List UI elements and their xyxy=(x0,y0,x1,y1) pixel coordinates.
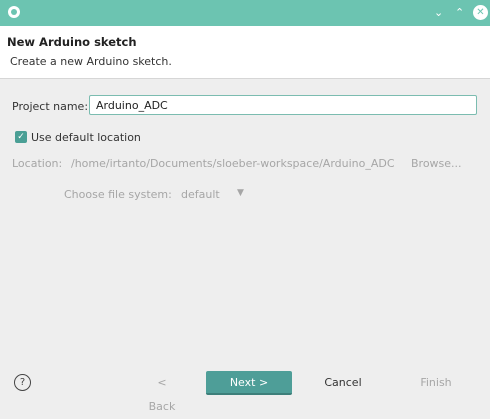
maximize-icon[interactable]: ⌃ xyxy=(455,5,464,21)
project-name-label: Project name: xyxy=(12,100,89,113)
help-icon[interactable]: ? xyxy=(14,374,31,391)
use-default-location-checkbox[interactable]: ✓ xyxy=(15,131,27,143)
location-label: Location: xyxy=(12,157,63,170)
wizard-title: New Arduino sketch xyxy=(7,35,137,49)
minimize-icon[interactable]: ⌄ xyxy=(434,5,443,21)
close-icon[interactable]: ✕ xyxy=(473,5,488,20)
use-default-location-label[interactable]: Use default location xyxy=(31,131,141,144)
file-system-label: Choose file system: xyxy=(64,188,172,201)
title-bar: ⌄ ⌃ ✕ xyxy=(0,0,490,26)
finish-button: Finish xyxy=(420,376,452,389)
file-system-select: default xyxy=(181,188,220,201)
project-name-input[interactable] xyxy=(89,95,477,115)
cancel-button[interactable]: Cancel xyxy=(320,371,366,395)
next-button[interactable]: Next > xyxy=(206,371,292,395)
wizard-description: Create a new Arduino sketch. xyxy=(10,55,172,68)
location-field: /home/irtanto/Documents/sloeber-workspac… xyxy=(71,157,395,170)
wizard-header: New Arduino sketch Create a new Arduino … xyxy=(0,26,490,79)
eclipse-app-icon xyxy=(8,6,20,18)
back-button: < Back xyxy=(148,376,176,413)
browse-button: Browse... xyxy=(411,157,462,170)
chevron-down-icon: ▼ xyxy=(237,188,244,198)
